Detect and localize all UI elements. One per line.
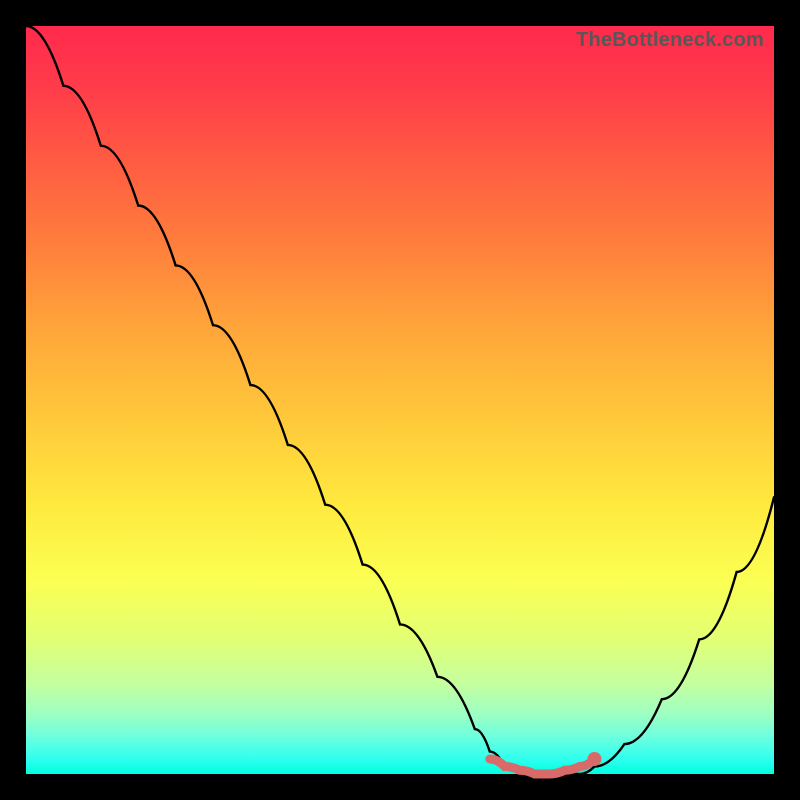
min-dot <box>588 752 602 766</box>
chart-svg <box>26 26 774 774</box>
chart-plot-area: TheBottleneck.com <box>26 26 774 774</box>
bottleneck-curve-path <box>26 26 774 774</box>
bottleneck-floor-marker-path <box>490 759 595 774</box>
chart-stage: TheBottleneck.com <box>0 0 800 800</box>
